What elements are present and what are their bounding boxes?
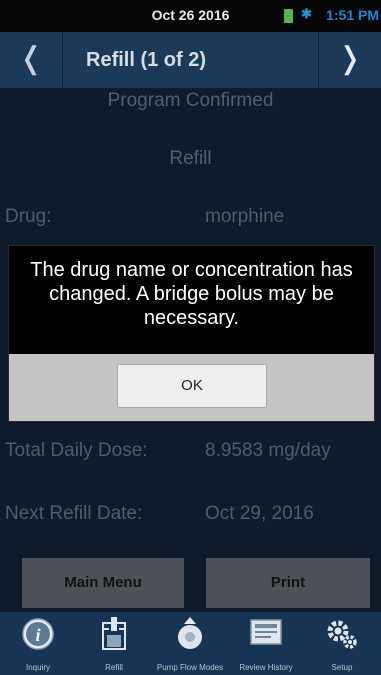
next-button[interactable]: ❭ <box>318 32 381 88</box>
refill-subheading: Refill <box>169 148 212 169</box>
drug-value: morphine <box>205 206 285 227</box>
chevron-right-icon: ❭ <box>337 42 363 75</box>
refill-icon <box>102 617 126 650</box>
tab-setup-label: Setup <box>331 663 353 672</box>
tab-bar: i Inquiry Refill Pump Flow Modes Review … <box>0 612 381 675</box>
header: ❬ Refill (1 of 2) ❭ <box>0 32 381 88</box>
gear-icon <box>327 620 357 649</box>
tab-setup[interactable]: Setup <box>304 612 380 675</box>
prev-button[interactable]: ❬ <box>0 32 63 88</box>
battery-icon <box>284 9 293 23</box>
pump-icon <box>178 617 202 649</box>
tab-refill[interactable]: Refill <box>76 612 152 675</box>
status-time: 1:51 PM <box>326 7 379 23</box>
program-confirmed-heading: Program Confirmed <box>107 90 274 111</box>
dialog-message: The drug name or concentration has chang… <box>30 259 353 329</box>
dialog-button-bar: OK <box>9 354 374 421</box>
ok-button[interactable]: OK <box>117 364 267 408</box>
print-button[interactable]: Print <box>206 558 370 608</box>
screen: Oct 26 2016 ✱ 1:51 PM ❬ Refill (1 of 2) … <box>0 0 381 675</box>
history-icon <box>250 619 282 645</box>
tab-refill-label: Refill <box>105 663 123 672</box>
tab-review-history[interactable]: Review History <box>228 612 304 675</box>
chevron-left-icon: ❬ <box>18 42 44 75</box>
tab-review-history-label: Review History <box>239 663 293 672</box>
status-bar: Oct 26 2016 ✱ 1:51 PM <box>0 0 381 32</box>
info-icon: i <box>22 618 54 650</box>
tab-inquiry[interactable]: i Inquiry <box>0 612 76 675</box>
bluetooth-icon: ✱ <box>301 6 312 21</box>
tab-pump-flow-modes-label: Pump Flow Modes <box>156 663 224 672</box>
total-daily-dose-value: 8.9583 mg/day <box>205 440 331 461</box>
drug-label: Drug: <box>5 206 52 227</box>
next-refill-date-value: Oct 29, 2016 <box>205 503 314 524</box>
main-menu-button[interactable]: Main Menu <box>22 558 184 608</box>
tab-inquiry-label: Inquiry <box>25 663 50 672</box>
total-daily-dose-label: Total Daily Dose: <box>5 440 148 461</box>
tab-pump-flow-modes[interactable]: Pump Flow Modes <box>152 612 228 675</box>
alert-dialog: The drug name or concentration has chang… <box>8 245 375 422</box>
next-refill-date-label: Next Refill Date: <box>5 503 143 524</box>
action-bar: Main Menu Print <box>0 553 381 611</box>
status-date: Oct 26 2016 <box>151 7 230 23</box>
svg-text:i: i <box>35 625 40 645</box>
page-title: Refill (1 of 2) <box>86 49 207 71</box>
